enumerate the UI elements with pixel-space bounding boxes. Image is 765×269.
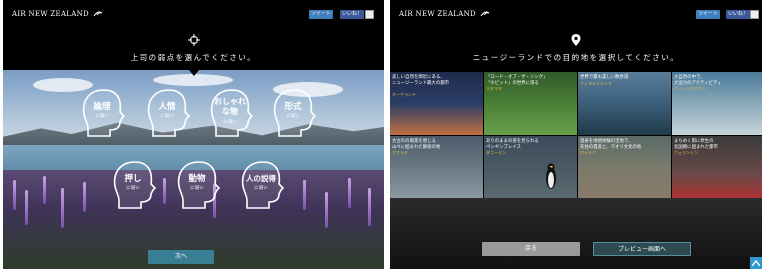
head-label: 形式	[284, 102, 302, 112]
head-label: 押し	[124, 174, 142, 184]
tile-tag: マタマタ	[486, 86, 502, 91]
tile-description: まちめく雨に原生の 北国路に囲まれた都市	[674, 139, 718, 150]
prompt-text: 上司の弱点を選んでください。	[130, 53, 257, 62]
head-option-pushiness[interactable]: 押し に弱い	[111, 160, 159, 210]
penguin-icon	[546, 163, 556, 189]
head-option-formality[interactable]: 形式 に弱い	[271, 88, 319, 138]
destination-tile-matamata[interactable]: 「ロード・オブ・ザ・リング」 「ホビット」の世界に浸る マタマタ	[484, 72, 577, 135]
destination-tile-dunedin[interactable]: ありのままの姿を見られる ペンギンプレイス ダニーデン	[484, 136, 577, 199]
tile-description: 世界で最も美しい散歩道	[580, 75, 629, 80]
destination-tile-aoraki[interactable]: 太古のの風景を感じる 山々に囲まれた静寂の地 アオラキ	[390, 136, 483, 199]
head-sublabel: に弱い	[160, 114, 174, 119]
head-sublabel: に弱い	[95, 114, 109, 119]
head-option-animals[interactable]: 動物 に弱い	[175, 160, 223, 210]
share-count-box[interactable]	[365, 10, 374, 19]
head-label: おしゃれ な物	[214, 97, 246, 116]
tile-tag: アオラキ	[392, 150, 408, 155]
back-button[interactable]: 戻る	[482, 242, 580, 256]
destination-tile-queenstown[interactable]: 大自然の中で、 大迫力のアクティビティ クイーンズタウン	[672, 72, 762, 135]
head-option-compassion[interactable]: 人情 に弱い	[145, 88, 193, 138]
preview-button[interactable]: プレビュー画面へ	[593, 242, 691, 256]
chevron-up-icon	[752, 260, 760, 266]
map-pin-icon	[571, 34, 581, 46]
tile-tag: ウェリントン	[674, 150, 698, 155]
header: AIR NEW ZEALAND ツイート いいね！	[3, 0, 384, 30]
tweet-button[interactable]: ツイート	[309, 10, 334, 19]
koru-icon	[481, 11, 490, 17]
tile-description: 太古のの風景を感じる 山々に囲まれた静寂の地	[392, 139, 441, 150]
tile-tag: クイーンズタウン	[674, 86, 706, 91]
tile-tag: フィヨルドランド	[580, 81, 612, 86]
head-option-persuasion[interactable]: 人の説得 に弱い	[239, 160, 287, 210]
tile-tag: ロトルア	[580, 150, 596, 155]
prompt-text: ニュージーランドでの目的地を選択してください。	[472, 53, 680, 62]
airline-logo[interactable]: AIR NEW ZEALAND	[399, 10, 490, 18]
head-sublabel: に弱い	[190, 186, 204, 191]
head-option-fashion[interactable]: おしゃれ な物 に弱い	[208, 88, 256, 138]
tile-description: ありのままの姿を見られる ペンギンプレイス	[486, 139, 539, 150]
right-screen: AIR NEW ZEALAND ツイート いいね！ ニュージーランドでの目的地を…	[390, 0, 762, 269]
tile-tag: オークランド	[392, 92, 416, 97]
head-label: 動物	[188, 174, 206, 184]
head-option-logic[interactable]: 論理 に弱い	[80, 88, 128, 138]
destination-tile-auckland[interactable]: 美しい自然を間近にある、 ニュージーランド最大の都市 オークランド	[390, 72, 483, 135]
head-label: 論理	[93, 102, 111, 112]
facebook-like-button[interactable]: いいね！	[726, 10, 751, 19]
head-sublabel: に弱い	[223, 120, 237, 125]
head-sublabel: に弱い	[254, 186, 268, 191]
next-button[interactable]: 次へ	[148, 250, 214, 264]
tile-description: 大自然の中で、 大迫力のアクティビティ	[674, 75, 722, 86]
crosshair-icon	[188, 34, 200, 46]
airline-logo[interactable]: AIR NEW ZEALAND	[12, 10, 103, 18]
facebook-like-button[interactable]: いいね！	[340, 10, 365, 19]
destination-tile-fiordland[interactable]: 世界で最も美しい散歩道 フィヨルドランド	[578, 72, 671, 135]
koru-icon	[94, 11, 103, 17]
head-label: 人情	[158, 102, 176, 112]
tweet-button[interactable]: ツイート	[696, 10, 721, 19]
logo-text: AIR NEW ZEALAND	[399, 10, 476, 18]
tile-description: 美しい自然を間近にある、 ニュージーランド最大の都市	[392, 75, 449, 86]
scroll-top-button[interactable]	[750, 257, 762, 269]
head-label: 人の説得	[246, 174, 276, 183]
tile-tag: ダニーデン	[486, 150, 506, 155]
pointer-triangle	[189, 70, 199, 76]
left-screen: AIR NEW ZEALAND ツイート いいね！ 上司の弱点を選んでください。	[3, 0, 384, 269]
destination-grid: 美しい自然を間近にある、 ニュージーランド最大の都市 オークランド 「ロード・オ…	[390, 72, 762, 199]
head-sublabel: に弱い	[126, 186, 140, 191]
destination-tile-rotorua[interactable]: 温泉を地熱体験の宝地で、 先住の遺産と、マオリ文化の地 ロトルア	[578, 136, 671, 199]
tile-description: 「ロード・オブ・ザ・リング」 「ホビット」の世界に浸る	[486, 75, 548, 86]
head-sublabel: に弱い	[286, 114, 300, 119]
footer-area	[390, 198, 762, 269]
share-count-box[interactable]	[750, 10, 759, 19]
header: AIR NEW ZEALAND ツイート いいね！	[390, 0, 762, 30]
logo-text: AIR NEW ZEALAND	[12, 10, 89, 18]
tile-description: 温泉を地熱体験の宝地で、 先住の遺産と、マオリ文化の地	[580, 139, 642, 150]
destination-tile-wellington[interactable]: まちめく雨に原生の 北国路に囲まれた都市 ウェリントン	[672, 136, 762, 199]
